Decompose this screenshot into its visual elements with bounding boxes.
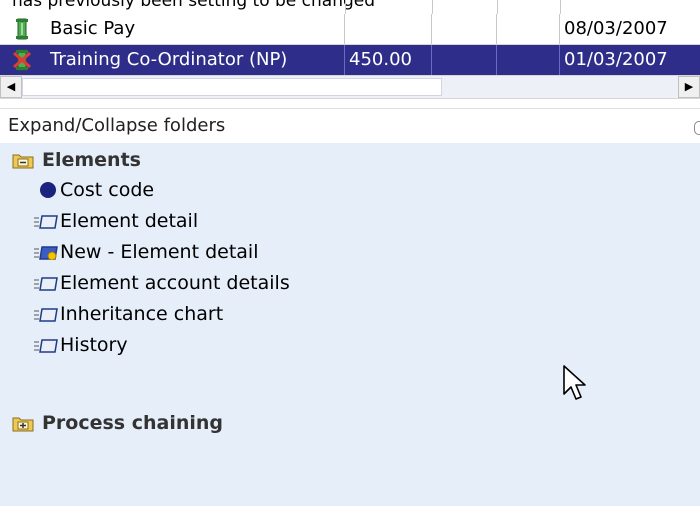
- elements-grid: Basic Pay 08/03/2007 Training Co-Ordinat…: [0, 14, 700, 76]
- form-icon: [34, 339, 58, 353]
- column-divider: [560, 0, 561, 14]
- tree-folder-label: Process chaining: [42, 412, 224, 434]
- expand-collapse-bar[interactable]: Expand/Collapse folders: [0, 108, 700, 144]
- column-divider: [345, 0, 346, 14]
- partial-control-icon: [694, 121, 700, 135]
- row-name-cell: Training Co-Ordinator (NP): [0, 45, 345, 75]
- new-form-icon: [34, 246, 58, 260]
- tree-item-label: History: [60, 334, 128, 356]
- clipped-header-row: has previously been setting to be change…: [0, 0, 700, 15]
- row-date-cell: 08/03/2007: [564, 18, 668, 39]
- row-extra-cell: [432, 14, 497, 44]
- tree-item-label: Inheritance chart: [60, 303, 224, 325]
- expand-collapse-folders-link[interactable]: Expand/Collapse folders: [8, 109, 225, 143]
- row-amount-cell: 450.00: [345, 45, 432, 75]
- form-icon: [34, 215, 58, 229]
- scroll-right-button[interactable]: ▶: [678, 76, 700, 98]
- tree-item-label: Cost code: [60, 179, 155, 201]
- tree-item-label: Element account details: [60, 272, 290, 294]
- row-amount-cell: [345, 14, 432, 44]
- form-icon: [34, 308, 58, 322]
- tree-item-label: New - Element detail: [60, 241, 259, 263]
- column-divider: [432, 0, 433, 14]
- blue-dot-icon: [40, 182, 56, 198]
- scroll-track[interactable]: [22, 76, 678, 98]
- tree-item-label: Element detail: [60, 210, 199, 232]
- folder-minus-icon[interactable]: [12, 152, 34, 169]
- navigation-tree: Elements Cost code Element detail New - …: [0, 143, 700, 506]
- scroll-thumb[interactable]: [22, 78, 442, 96]
- form-icon: [34, 277, 58, 291]
- row-date-cell: 01/03/2007: [564, 49, 668, 70]
- folder-plus-icon[interactable]: [12, 415, 34, 432]
- row-extra-cell: [497, 14, 560, 44]
- scroll-left-button[interactable]: ◀: [0, 76, 22, 98]
- mouse-pointer-icon: [563, 365, 586, 400]
- table-row-training-coordinator[interactable]: Training Co-Ordinator (NP) 450.00 01/03/…: [0, 45, 700, 76]
- table-row-basic-pay[interactable]: Basic Pay 08/03/2007: [0, 14, 700, 45]
- horizontal-scrollbar[interactable]: ◀ ▶: [0, 76, 700, 99]
- column-divider: [497, 0, 498, 14]
- tree-folder-label: Elements: [42, 149, 141, 171]
- clipped-header-text: has previously been setting to be change…: [12, 0, 376, 11]
- row-extra-cell: [432, 45, 497, 75]
- row-name-cell: Basic Pay: [0, 14, 345, 44]
- row-extra-cell: [497, 45, 560, 75]
